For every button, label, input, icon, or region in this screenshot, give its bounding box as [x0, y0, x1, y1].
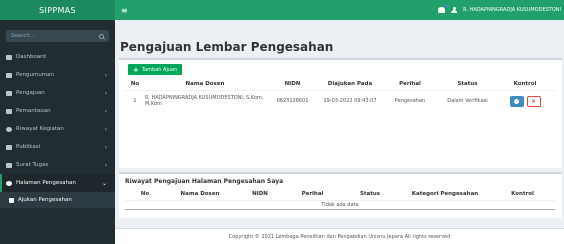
top-navbar: ≡ R. HADAPNINGRADJA KUSUMODESTONI — [115, 0, 564, 20]
cell-no: 1 — [133, 98, 137, 105]
chevron-left-icon: ‹ — [104, 161, 107, 169]
column-header: No — [125, 188, 165, 201]
column-header: Nama Dosen — [165, 188, 235, 201]
column-header: Nama Dosen — [145, 78, 265, 91]
table-row-empty: Tidak ada data — [125, 199, 555, 210]
sidebar: Search... Dashboard Pengumuman ‹ Pengaju… — [0, 20, 115, 244]
cell-perihal: Pengesahan — [394, 98, 426, 105]
sidebar-item-publikasi[interactable]: Publikasi ‹ — [0, 138, 115, 156]
cell-nidn: 0623128601 — [276, 98, 309, 105]
sidebar-item-pengajuan[interactable]: Pengajuan ‹ — [0, 84, 115, 102]
monitor-icon — [6, 108, 12, 114]
column-header: No — [125, 78, 145, 91]
cell-diajukan-pada: 19-03-2022 09:43:07 — [323, 98, 377, 105]
pengajuan-box: + Tambah Ajuan No Nama Dosen NIDN Diajuk… — [119, 58, 562, 168]
chevron-left-icon: ‹ — [104, 107, 107, 115]
sidebar-item-halaman-pengesahan[interactable]: Halaman Pengesahan ⌄ — [0, 174, 115, 192]
sidebar-item-pengumuman[interactable]: Pengumuman ‹ — [0, 66, 115, 84]
column-header: Perihal — [285, 188, 340, 201]
column-header: Kontrol — [490, 188, 555, 201]
history-table: No Nama Dosen NIDN Perihal Status Katego… — [125, 188, 555, 210]
sidebar-item-label: Surat Tugas — [16, 162, 49, 168]
column-header: NIDN — [235, 188, 285, 201]
sidebar-item-label: Pengajuan — [16, 90, 45, 96]
user-icon[interactable] — [451, 7, 458, 13]
check-circle-icon — [6, 180, 12, 186]
chevron-left-icon: ‹ — [104, 125, 107, 133]
bullhorn-icon — [6, 72, 12, 78]
column-header: Kontrol — [495, 78, 555, 91]
column-header: Status — [440, 78, 495, 91]
cell-status: Dalam Verifikasi — [447, 98, 488, 105]
history-icon — [6, 126, 12, 132]
box-title: Riwayat Pengajuan Halaman Pengesahan Say… — [125, 178, 284, 185]
sidebar-subitem-label: Ajukan Pengesahan — [18, 197, 72, 203]
sidebar-item-dashboard[interactable]: Dashboard — [0, 48, 115, 66]
delete-button[interactable]: × — [526, 95, 541, 107]
sidebar-item-label: Riwayat Kegiatan — [16, 126, 64, 132]
sidebar-search-input[interactable]: Search... — [6, 30, 109, 42]
column-header: Perihal — [380, 78, 440, 91]
info-icon — [514, 98, 519, 104]
sidebar-subitem-ajukan-pengesahan[interactable]: Ajukan Pengesahan — [0, 192, 115, 208]
navbar-right: R. HADAPNINGRADJA KUSUMODESTONI — [438, 4, 564, 13]
file-icon — [6, 90, 12, 96]
cell-nama-dosen: R. HADAPNINGRADJA KUSUMODESTONI, S.Kom, … — [145, 95, 264, 108]
table-header-row: No Nama Dosen NIDN Perihal Status Katego… — [125, 188, 555, 201]
column-header: Status — [340, 188, 400, 201]
chevron-left-icon: ‹ — [104, 71, 107, 79]
search-icon[interactable] — [99, 33, 104, 39]
file-icon — [9, 197, 14, 203]
notification-badge — [445, 4, 450, 8]
column-header: Kategori Pengesahan — [400, 188, 490, 201]
page-title: Pengajuan Lembar Pengesahan — [120, 40, 334, 54]
app-brand[interactable]: SIPPMAS — [0, 0, 115, 20]
cell-kontrol: × — [495, 90, 555, 112]
table-header-row: No Nama Dosen NIDN Diajukan Pada Perihal… — [125, 78, 555, 91]
sidebar-item-label: Publikasi — [16, 144, 41, 150]
sidebar-item-pemantauan[interactable]: Pemantauan ‹ — [0, 102, 115, 120]
sidebar-item-label: Dashboard — [16, 54, 46, 60]
riwayat-box: Riwayat Pengajuan Halaman Pengesahan Say… — [119, 172, 562, 218]
bell-icon[interactable] — [438, 4, 450, 13]
book-icon — [6, 144, 12, 150]
sidebar-item-label: Halaman Pengesahan — [16, 180, 76, 186]
submission-table: No Nama Dosen NIDN Diajukan Pada Perihal… — [125, 78, 555, 112]
sidebar-toggle-button[interactable]: ≡ — [121, 6, 128, 15]
info-button[interactable] — [509, 95, 524, 107]
sidebar-item-label: Pemantauan — [16, 108, 51, 114]
main-content: Pengajuan Lembar Pengesahan + Tambah Aju… — [115, 20, 564, 244]
search-placeholder: Search... — [11, 33, 36, 39]
column-header: Diajukan Pada — [320, 78, 380, 91]
footer: Copyright © 2021 Lembaga Penelitian dan … — [115, 228, 564, 244]
plus-icon: + — [133, 65, 139, 74]
mail-icon — [6, 162, 12, 168]
user-name[interactable]: R. HADAPNINGRADJA KUSUMODESTONI — [463, 7, 561, 13]
add-submission-button[interactable]: + Tambah Ajuan — [128, 64, 183, 75]
sidebar-item-surat-tugas[interactable]: Surat Tugas ‹ — [0, 156, 115, 174]
add-button-label: Tambah Ajuan — [141, 66, 178, 73]
sidebar-item-label: Pengumuman — [16, 72, 55, 78]
chevron-left-icon: ‹ — [104, 89, 107, 97]
chevron-down-icon: ⌄ — [101, 179, 107, 187]
dashboard-icon — [6, 54, 12, 60]
chevron-left-icon: ‹ — [104, 143, 107, 151]
column-header: NIDN — [265, 78, 320, 91]
table-row: 1 R. HADAPNINGRADJA KUSUMODESTONI, S.Kom… — [125, 90, 555, 112]
sidebar-item-riwayat-kegiatan[interactable]: Riwayat Kegiatan ‹ — [0, 120, 115, 138]
empty-message: Tidak ada data — [125, 199, 555, 210]
